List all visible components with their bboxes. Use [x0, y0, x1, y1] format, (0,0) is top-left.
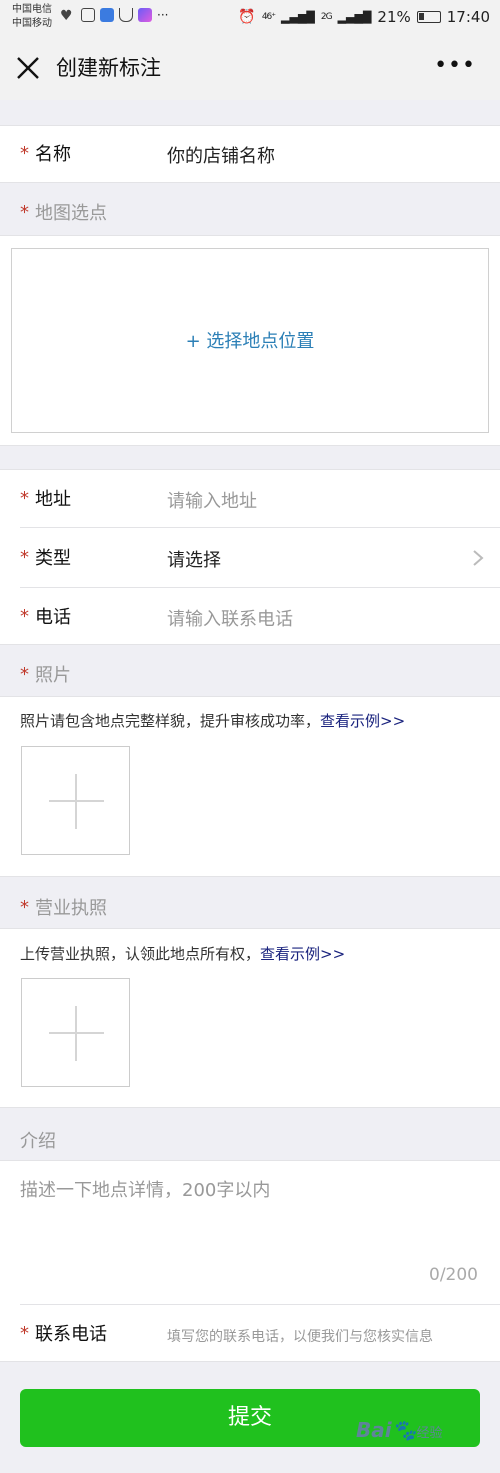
divider [0, 125, 500, 126]
required-mark: * [20, 201, 29, 223]
clock: 17:40 [446, 8, 490, 26]
divider [0, 644, 500, 645]
battery-percent: 21% [377, 8, 411, 26]
carrier-info: 中国电信 中国移动 [12, 3, 52, 31]
contact-label: * 联系电话 [20, 1320, 107, 1346]
divider [20, 1304, 500, 1305]
type-select[interactable]: 请选择 [167, 546, 221, 572]
divider [0, 1361, 500, 1362]
license-example-link[interactable]: 查看示例>> [260, 945, 345, 963]
phone-label-text: 电话 [35, 607, 71, 628]
carrier-1: 中国电信 [12, 4, 52, 15]
shield-icon [100, 8, 114, 22]
required-mark: * [20, 546, 29, 568]
signal-1: 46⁺ [261, 12, 276, 22]
photos-example-link[interactable]: 查看示例>> [320, 712, 405, 730]
chevron-right-icon[interactable] [472, 549, 484, 567]
address-label: * 地址 [20, 485, 71, 511]
app-icon [138, 8, 152, 22]
license-hint: 上传营业执照，认领此地点所有权，查看示例>> [20, 943, 345, 964]
divider [0, 928, 500, 929]
type-label: * 类型 [20, 544, 71, 570]
status-right: ⏰ 46⁺ ▂▄▆█ 2G ▂▄▆█ 21% 17:40 [238, 8, 490, 26]
page-title: 创建新标注 [56, 56, 161, 80]
watermark: Bai🐾经验 [356, 1418, 443, 1442]
intro-label-text: 介绍 [20, 1131, 56, 1152]
contact-input[interactable]: 填写您的联系电话，以便我们与您核实信息 [167, 1326, 433, 1346]
name-label: * 名称 [20, 140, 71, 166]
divider [20, 527, 500, 528]
license-section-title: * 营业执照 [20, 894, 107, 920]
required-mark: * [20, 896, 29, 918]
divider [20, 587, 500, 588]
signal-bars-icon: ▂▄▆█ [281, 10, 315, 24]
notification-icons: ♥ ··· [60, 8, 169, 24]
name-label-text: 名称 [35, 144, 71, 165]
phone-input[interactable]: 请输入联系电话 [167, 605, 293, 631]
intro-textarea[interactable]: 描述一下地点详情，200字以内 [20, 1176, 270, 1202]
health-icon: ♥ [60, 8, 73, 24]
divider [0, 876, 500, 877]
status-bar: 中国电信 中国移动 ♥ ··· ⏰ 46⁺ ▂▄▆█ 2G ▂▄▆█ 21% 1… [0, 0, 500, 36]
license-label-text: 营业执照 [35, 898, 107, 919]
photos-hint-text: 照片请包含地点完整样貌，提升审核成功率， [20, 712, 321, 730]
required-mark: * [20, 487, 29, 509]
license-hint-text: 上传营业执照，认领此地点所有权， [20, 945, 261, 963]
required-mark: * [20, 1322, 29, 1344]
more-icon[interactable]: ••• [434, 55, 476, 77]
divider [0, 182, 500, 183]
navbar: 创建新标注 ••• [0, 36, 500, 100]
phone-label: * 电话 [20, 603, 71, 629]
photos-label-text: 照片 [35, 665, 71, 686]
battery-icon [416, 11, 441, 23]
signal-2: 2G [320, 12, 333, 22]
divider [0, 1107, 500, 1108]
divider [0, 235, 500, 236]
address-label-text: 地址 [35, 489, 71, 510]
divider [0, 445, 500, 446]
magnet-icon [119, 8, 133, 22]
watermark-brand: Bai [356, 1418, 392, 1442]
required-mark: * [20, 142, 29, 164]
char-counter: 0/200 [429, 1265, 478, 1285]
map-label-text: 地图选点 [35, 203, 107, 224]
close-icon[interactable] [14, 54, 42, 82]
name-input[interactable]: 你的店铺名称 [167, 142, 275, 168]
required-mark: * [20, 663, 29, 685]
divider [0, 696, 500, 697]
license-upload-button[interactable] [21, 978, 130, 1087]
photos-section-title: * 照片 [20, 661, 71, 687]
contact-label-text: 联系电话 [35, 1324, 107, 1345]
signal-bars-2-icon: ▂▄▆█ [337, 10, 372, 24]
photo-upload-button[interactable] [21, 746, 130, 855]
carrier-2: 中国移动 [12, 18, 52, 29]
photos-hint: 照片请包含地点完整样貌，提升审核成功率，查看示例>> [20, 710, 405, 731]
paw-icon: 🐾 [391, 1418, 417, 1442]
divider [0, 469, 500, 470]
select-location-link[interactable]: + 选择地点位置 [12, 327, 488, 353]
activity-icon [81, 8, 95, 22]
watermark-suffix: 经验 [416, 1426, 443, 1441]
required-mark: * [20, 605, 29, 627]
map-section-title: * 地图选点 [20, 199, 107, 225]
alarm-icon: ⏰ [238, 9, 256, 25]
address-input[interactable]: 请输入地址 [167, 487, 257, 513]
intro-section-title: 介绍 [20, 1127, 56, 1153]
type-label-text: 类型 [35, 548, 71, 569]
map-picker[interactable]: + 选择地点位置 [11, 248, 489, 433]
more-notifications-icon: ··· [157, 8, 169, 22]
divider [0, 1160, 500, 1161]
